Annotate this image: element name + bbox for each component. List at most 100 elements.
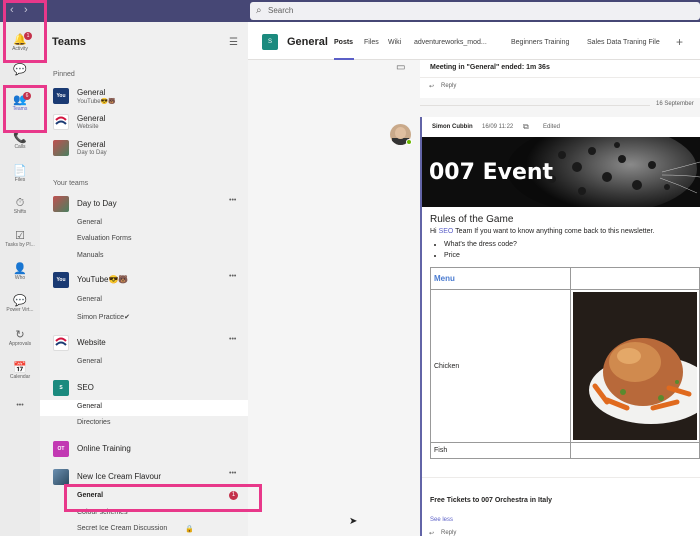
back-arrow-icon[interactable]: ‹ (10, 4, 14, 16)
channel-view: S General Posts Files Wiki adventurework… (248, 22, 700, 536)
menu-table: Menu Chicken Fish (430, 267, 700, 459)
table-cell (570, 267, 700, 290)
team-name[interactable]: Online Training (77, 444, 131, 453)
pinned-channel-name[interactable]: General (77, 114, 105, 123)
meeting-ended-text: Meeting in "General" ended: 1m 36s (430, 64, 550, 71)
reply-button[interactable]: Reply (441, 83, 456, 89)
channel-item[interactable]: Colour schemes (77, 509, 128, 516)
edited-label: Edited (543, 124, 561, 130)
tab-adventureworks[interactable]: adventureworks_mod... (414, 39, 487, 46)
rail-power-virtual[interactable]: 💬 Power Virt... (0, 295, 40, 314)
filter-icon[interactable]: ☰ (229, 37, 238, 48)
forward-arrow-icon[interactable]: › (24, 4, 28, 16)
rail-approvals[interactable]: ↻ Approvals (0, 329, 40, 348)
rail-activity[interactable]: 🔔 1 Activity (0, 32, 40, 53)
clock-icon: ⏱ (15, 197, 25, 209)
add-tab-icon[interactable]: + (676, 35, 683, 49)
channel-item[interactable]: Secret Ice Cream Discussion (77, 525, 167, 532)
rail-label: Approvals (8, 341, 32, 347)
channel-item[interactable]: Evaluation Forms (77, 235, 131, 242)
rail-chat[interactable]: 💬 (0, 64, 40, 76)
tasks-icon: ☑ (15, 230, 25, 242)
team-name[interactable]: Website (77, 338, 106, 347)
mention-link[interactable]: SEO (439, 228, 454, 235)
reply-arrow-icon: ↩ (429, 531, 435, 536)
rail-files[interactable]: 📄 Files (0, 165, 40, 184)
website-team-avatar (53, 335, 69, 351)
more-options-icon[interactable]: ••• (229, 197, 236, 204)
mouse-pointer-icon: ➤ (349, 516, 358, 527)
day-to-day-team-avatar (53, 140, 69, 156)
pinned-channel-name[interactable]: General (77, 88, 105, 97)
reply-arrow-icon: ↩ (429, 84, 435, 90)
search-placeholder: Search (268, 6, 294, 15)
phone-icon: 📞 (13, 132, 27, 144)
team-name[interactable]: SEO (77, 383, 94, 392)
rail-teams[interactable]: 👥 6 Teams (0, 92, 40, 113)
app-rail: 🔔 1 Activity 💬 👥 6 Teams 📞 Calls 📄 Files… (0, 22, 40, 536)
greeting-text: Hi (430, 228, 439, 235)
channel-item[interactable]: General (77, 358, 102, 365)
channel-item[interactable]: Manuals (77, 252, 103, 259)
tab-posts[interactable]: Posts (334, 39, 353, 46)
rail-who[interactable]: 👤 Who (0, 263, 40, 282)
more-options-icon[interactable]: ••• (229, 470, 236, 477)
active-tab-indicator (334, 58, 354, 60)
channel-item[interactable]: Directories (77, 419, 110, 426)
event-banner-image: 007 Event (422, 137, 700, 207)
activity-badge: 1 (24, 32, 32, 40)
youtube-team-avatar: You (53, 272, 69, 288)
post-message: Simon Cubbin 16/09 11:22 ⧉ Edited 007 Ev… (420, 117, 700, 536)
team-name[interactable]: YouTube😎🐻 (77, 275, 128, 284)
post-timestamp: 16/09 11:22 (482, 124, 514, 130)
video-camera-icon: ▭ (396, 62, 406, 73)
rail-shifts[interactable]: ⏱ Shifts (0, 197, 40, 216)
table-cell (570, 442, 700, 459)
channel-item[interactable]: General (77, 219, 102, 226)
date-separator: 16 September (656, 101, 694, 107)
rail-label: Activity (12, 46, 28, 52)
channel-title: General (287, 36, 328, 48)
team-name[interactable]: New Ice Cream Flavour (77, 472, 161, 481)
more-options-icon[interactable]: ••• (229, 336, 236, 343)
team-name[interactable]: Day to Day (77, 199, 117, 208)
rail-label: Power Virt... (6, 307, 34, 313)
tab-wiki[interactable]: Wiki (388, 39, 401, 46)
online-training-team-avatar: OT (53, 441, 69, 457)
list-item: What's the dress code? (444, 239, 517, 250)
channel-item[interactable]: General (77, 492, 103, 499)
pinned-team-name: Website (77, 124, 99, 130)
rail-more-apps[interactable]: ••• (0, 400, 40, 412)
channel-item-selected[interactable]: General (77, 403, 102, 410)
rail-calendar[interactable]: 📅 Calendar (0, 362, 40, 381)
lock-icon: 🔒 (185, 526, 194, 533)
table-cell-fish: Fish (430, 442, 571, 459)
tab-beginners-training[interactable]: Beginners Training (511, 39, 569, 46)
pinned-channel-name[interactable]: General (77, 140, 105, 149)
channel-item[interactable]: General (77, 296, 102, 303)
divider (420, 77, 700, 78)
rail-tasks[interactable]: ☑ Tasks by Pl... (0, 230, 40, 249)
channel-item[interactable]: Simon Practice✔ (77, 313, 130, 321)
chat-icon: 💬 (13, 64, 27, 76)
more-options-icon[interactable]: ••• (229, 273, 236, 280)
table-cell-chicken: Chicken (430, 289, 571, 443)
tab-sales-data[interactable]: Sales Data Traning File (587, 39, 660, 46)
post-author[interactable]: Simon Cubbin (432, 124, 473, 130)
tab-files[interactable]: Files (364, 39, 379, 46)
rail-label: Who (14, 275, 26, 281)
day-to-day-team-avatar (53, 196, 69, 212)
see-less-link[interactable]: See less (430, 517, 453, 523)
selected-channel-row[interactable] (40, 400, 248, 416)
rail-calls[interactable]: 📞 Calls (0, 132, 40, 151)
copy-icon[interactable]: ⧉ (523, 122, 529, 132)
title-bar: ‹ › ⌕ Search (0, 0, 700, 22)
file-icon: 📄 (13, 165, 27, 177)
search-input[interactable]: ⌕ Search (250, 2, 700, 20)
rail-label: Teams (12, 106, 28, 112)
bell-icon: 🔔 (13, 34, 27, 46)
rail-label: Tasks by Pl... (5, 242, 35, 248)
rail-label: Shifts (13, 209, 27, 215)
youtube-team-avatar: You (53, 88, 69, 104)
reply-button[interactable]: Reply (441, 530, 456, 536)
